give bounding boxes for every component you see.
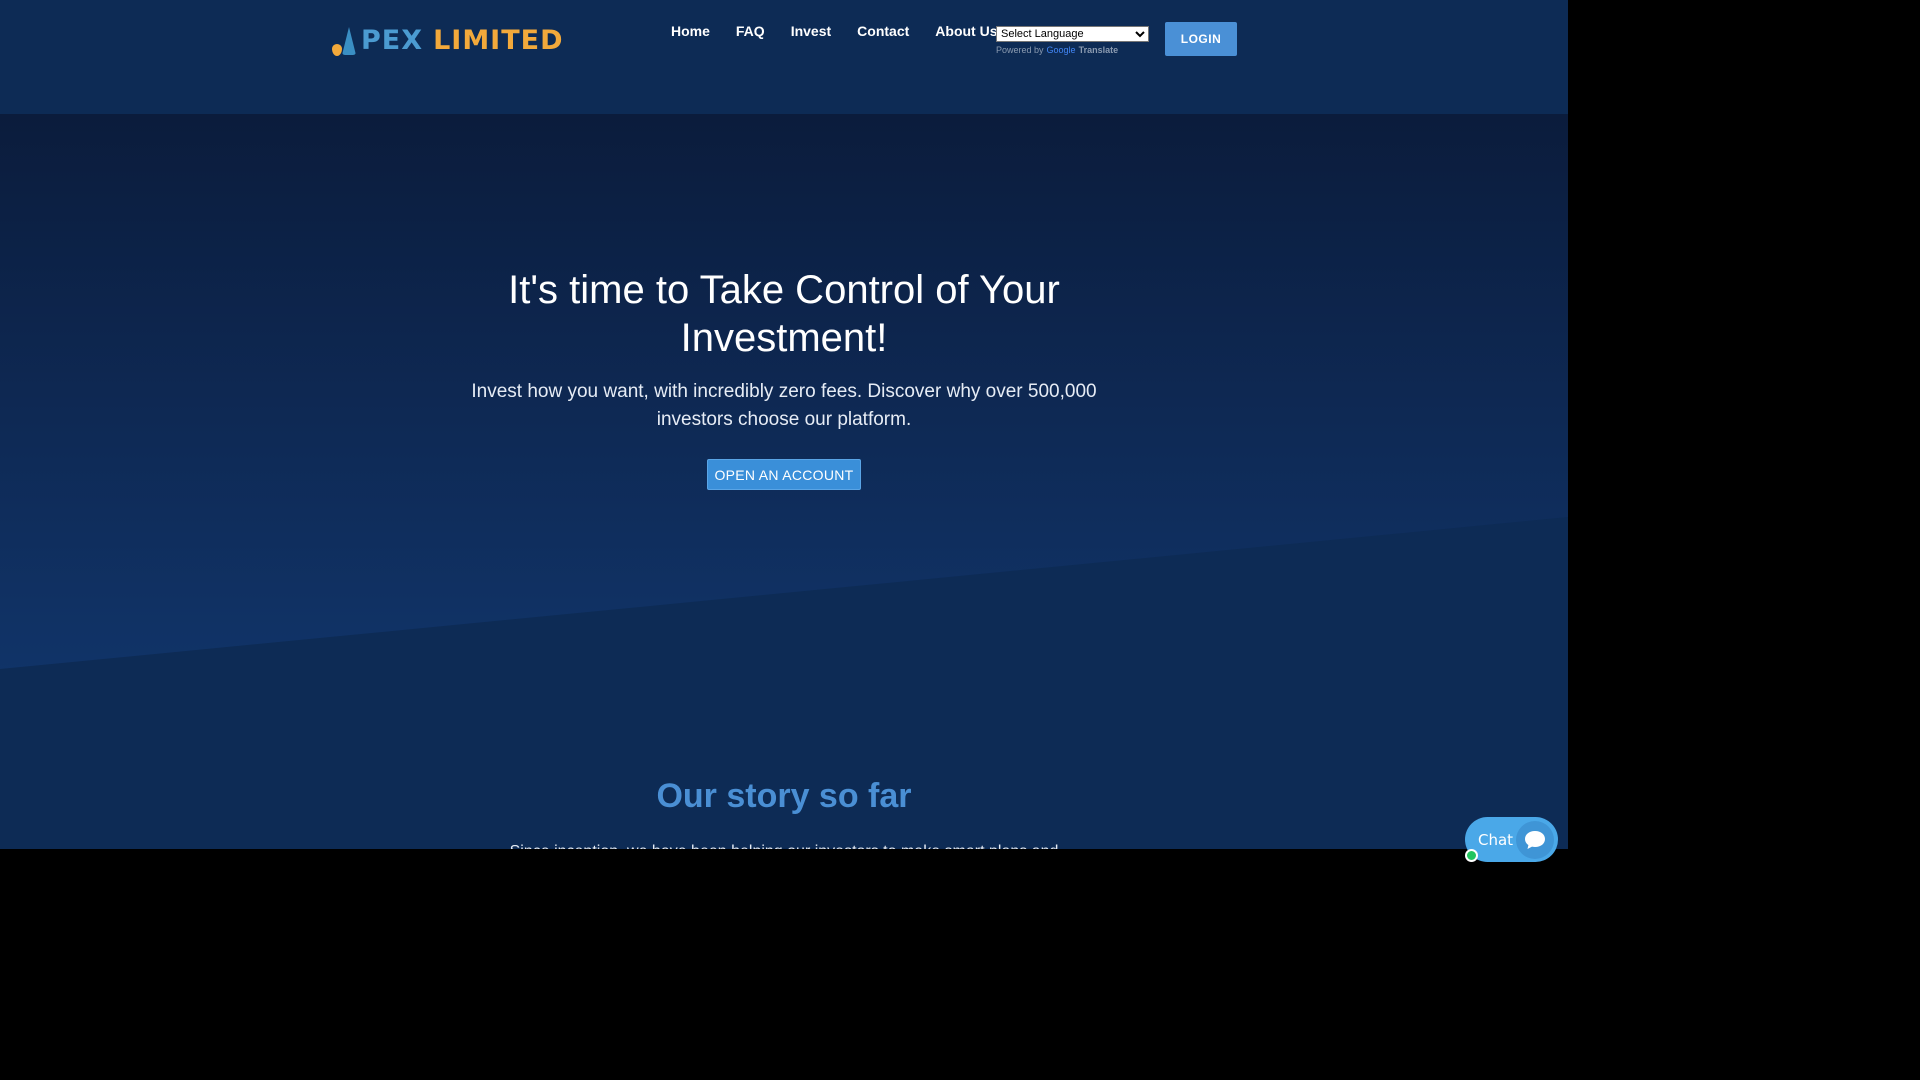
logo-mark-icon — [331, 24, 359, 58]
hero-subtitle: Invest how you want, with incredibly zer… — [471, 381, 1097, 430]
site-header: PEX LIMITED Home FAQ Invest Contact About… — [0, 0, 1568, 114]
chat-label: Chat — [1478, 830, 1514, 849]
chat-widget-button[interactable]: Chat — [1465, 817, 1558, 862]
site-logo[interactable]: PEX LIMITED — [331, 24, 564, 58]
logo-drop-shape — [342, 27, 356, 55]
language-select[interactable]: Select Language — [996, 26, 1149, 42]
bottom-bar — [0, 849, 1568, 882]
logo-text-pex: PEX — [361, 25, 424, 56]
nav-contact[interactable]: Contact — [844, 22, 922, 40]
language-selector: Select Language — [996, 24, 1149, 42]
story-title: Our story so far — [656, 777, 912, 815]
story-text: Since inception, we have been helping ou… — [434, 841, 1134, 849]
open-account-button[interactable]: OPEN AN ACCOUNT — [707, 459, 861, 490]
google-logo-icon[interactable]: Google — [1047, 45, 1076, 55]
hero-title: It's time to Take Control of Your Invest… — [508, 268, 1060, 360]
online-status-dot — [1465, 849, 1478, 862]
logo-dot-shape — [332, 44, 342, 56]
logo-text-limited: LIMITED — [433, 25, 564, 56]
translate-link[interactable]: Translate — [1079, 45, 1119, 55]
google-logo-text: Google — [1046, 45, 1076, 55]
google-translate-credit: Powered by Google Translate — [996, 45, 1118, 55]
logo-text: PEX LIMITED — [361, 24, 564, 58]
powered-by-text: Powered by — [996, 45, 1044, 55]
main-nav: Home FAQ Invest Contact About Us — [658, 22, 1011, 40]
nav-faq[interactable]: FAQ — [723, 22, 778, 40]
nav-invest[interactable]: Invest — [778, 22, 844, 40]
hero-section: It's time to Take Control of Your Invest… — [0, 114, 1568, 849]
nav-home[interactable]: Home — [658, 22, 723, 40]
chat-bubble-svg — [1525, 831, 1545, 849]
login-button[interactable]: LOGIN — [1165, 22, 1237, 56]
chat-bubble-icon — [1516, 821, 1554, 859]
